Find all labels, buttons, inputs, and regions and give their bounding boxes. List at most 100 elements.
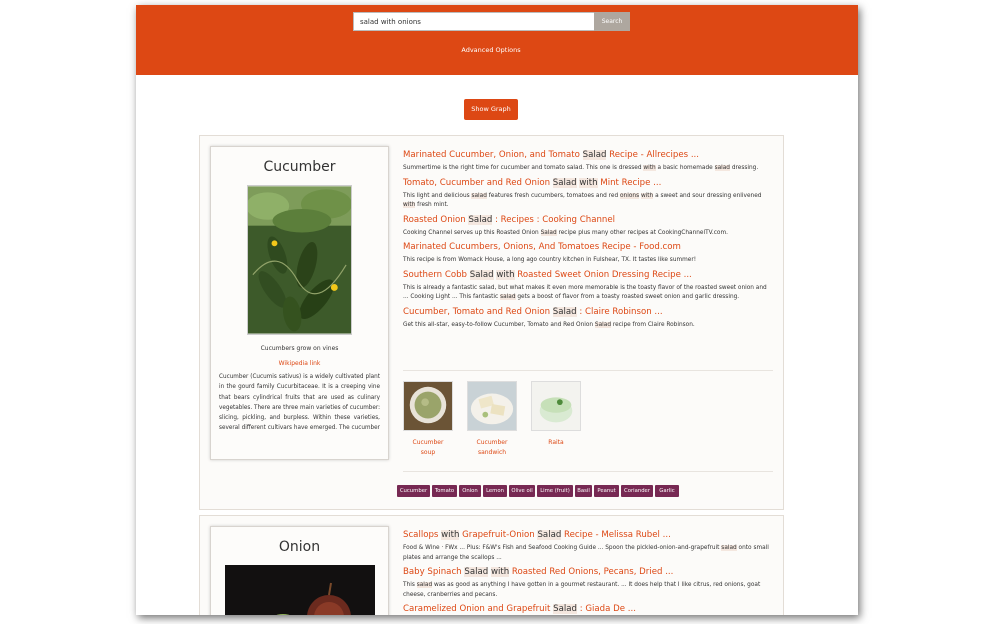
result-link[interactable]: Tomato, Cucumber and Red Onion Salad wit… — [403, 177, 773, 189]
highlighted-term: with — [643, 165, 656, 171]
card-caption: Cucumbers grow on vines — [260, 345, 339, 352]
search-button[interactable]: Search — [594, 12, 630, 31]
text-segment: Grapefruit-Onion — [459, 530, 538, 540]
highlighted-term: Salad — [553, 604, 577, 614]
ingredient-tag[interactable]: Lime (fruit) — [537, 485, 573, 497]
ingredient-tag[interactable]: Basil — [575, 485, 592, 497]
result-link[interactable]: Southern Cobb Salad with Roasted Sweet O… — [403, 269, 773, 281]
wikipedia-link[interactable]: Wikipedia link — [211, 360, 388, 367]
text-segment: Marinated Cucumbers, Onions, And Tomatoe… — [403, 242, 681, 252]
knowledge-card: Cucumber Cucumbers grow on vines Wikiped… — [210, 146, 389, 460]
result-link[interactable]: Cucumber, Tomato and Red Onion Salad : C… — [403, 306, 773, 318]
thumbnail-cucumber-soup[interactable]: Cucumber soup — [403, 381, 453, 458]
ingredient-tag[interactable]: Olive oil — [509, 485, 535, 497]
search-result-item: Southern Cobb Salad with Roasted Sweet O… — [403, 269, 773, 303]
onion-image — [224, 565, 375, 615]
text-segment: fresh mint. — [415, 202, 449, 208]
highlighted-term: salad — [500, 294, 516, 300]
text-segment: Food & Wine · FWx ... Plus: F&W's Fish a… — [403, 545, 722, 551]
thumbnail-raita[interactable]: Raita — [531, 381, 581, 448]
text-segment: a basic homemade — [655, 165, 715, 171]
result-link[interactable]: Roasted Onion Salad : Recipes : Cooking … — [403, 214, 773, 226]
highlighted-term: salad — [416, 582, 433, 588]
text-segment: Mint Recipe ... — [597, 177, 662, 188]
highlighted-term: onions — [620, 192, 640, 199]
text-segment: Cooking Channel serves up this Roasted O… — [403, 229, 541, 236]
text-segment: recipe plus many other recipes at Cookin… — [556, 229, 728, 236]
raita-image — [531, 381, 581, 431]
text-segment: Tomato, Cucumber and Red Onion — [403, 177, 553, 188]
ingredient-tag[interactable]: Coriander — [621, 485, 653, 497]
ingredient-tag[interactable]: Garlic — [655, 485, 679, 497]
result-link[interactable]: Marinated Cucumbers, Onions, And Tomatoe… — [403, 241, 773, 253]
text-segment: Roasted Sweet Onion Dressing Recipe ... — [514, 269, 692, 280]
text-segment: This light and delicious — [403, 192, 472, 199]
text-segment: Recipe - Melissa Rubel ... — [561, 530, 671, 540]
link-list: Marinated Cucumber, Onion, and Tomato Sa… — [403, 149, 773, 333]
thumbnail-label: Raita — [548, 439, 564, 446]
result-link[interactable]: Scallops with Grapefruit-Onion Salad Rec… — [403, 529, 773, 541]
search-result-item: Roasted Onion Salad : Recipes : Cooking … — [403, 214, 773, 239]
text-segment: Caramelized Onion and Grapefruit — [403, 604, 554, 614]
highlighted-term: Salad — [537, 530, 562, 540]
text-segment: a sweet and sour dressing enlivened — [653, 192, 762, 199]
highlighted-term: Salad — [582, 150, 607, 160]
result-snippet: Cooking Channel serves up this Roasted O… — [403, 229, 773, 239]
show-graph-button[interactable]: Show Graph — [464, 99, 518, 120]
highlighted-term: Salad — [540, 229, 557, 236]
text-segment: : Claire Robinson ... — [576, 306, 663, 317]
search-result-item: Marinated Cucumbers, Onions, And Tomatoe… — [403, 241, 773, 266]
link-list: Scallops with Grapefruit-Onion Salad Rec… — [403, 529, 773, 615]
text-segment: Roasted Onion — [403, 214, 469, 225]
highlighted-term: with — [441, 530, 460, 540]
ingredient-tag[interactable]: Lemon — [483, 485, 507, 497]
highlighted-term: Salad — [469, 269, 494, 280]
search-input[interactable] — [353, 12, 595, 31]
result-link[interactable]: Marinated Cucumber, Onion, and Tomato Sa… — [403, 149, 773, 161]
highlighted-term: Salad — [468, 214, 493, 225]
header-bar: Search Advanced Options — [136, 5, 858, 75]
text-segment: Recipe - Allrecipes ... — [606, 150, 700, 160]
text-segment: Marinated Cucumber, Onion, and Tomato — [403, 150, 583, 160]
result-snippet: Food & Wine · FWx ... Plus: F&W's Fish a… — [403, 544, 773, 563]
result-link[interactable]: Baby Spinach Salad with Roasted Red Onio… — [403, 566, 773, 578]
thumbnail-cucumber-sandwich[interactable]: Cucumber sandwich — [467, 381, 517, 458]
result-snippet: This recipe is from Womack House, a long… — [403, 256, 773, 266]
ingredient-tag[interactable]: Peanut — [594, 485, 619, 497]
card-description: Cucumber (Cucumis sativus) is a widely c… — [219, 374, 380, 432]
highlighted-term: with — [403, 202, 416, 208]
knowledge-card: Onion — [210, 526, 389, 615]
result-snippet: Get this all-star, easy-to-follow Cucumb… — [403, 321, 773, 331]
soup-image — [403, 381, 453, 431]
cucumber-image — [247, 185, 352, 335]
advanced-options-link[interactable]: Advanced Options — [136, 46, 846, 54]
highlighted-term: with — [579, 177, 598, 188]
text-segment: Get this all-star, easy-to-follow Cucumb… — [403, 321, 595, 328]
text-segment: Summertime is the right time for cucumbe… — [403, 165, 644, 171]
search-result-item: Caramelized Onion and Grapefruit Salad :… — [403, 603, 773, 615]
search-result-item: Baby Spinach Salad with Roasted Red Onio… — [403, 566, 773, 600]
ingredient-tag[interactable]: Cucumber — [397, 485, 430, 497]
highlighted-term: with — [490, 567, 510, 577]
thumbnail-label: Cucumber sandwich — [476, 439, 508, 456]
result-panel: Cucumber Cucumbers grow on vines Wikiped… — [199, 135, 784, 510]
divider — [403, 370, 773, 371]
divider — [403, 471, 773, 472]
ingredient-tag[interactable]: Onion — [459, 485, 481, 497]
search-result-item: Tomato, Cucumber and Red Onion Salad wit… — [403, 177, 773, 211]
result-snippet: Summertime is the right time for cucumbe… — [403, 164, 773, 174]
text-segment: Roasted Red Onions, Pecans, Dried ... — [509, 567, 674, 577]
result-link[interactable]: Caramelized Onion and Grapefruit Salad :… — [403, 603, 773, 615]
search-result-item: Marinated Cucumber, Onion, and Tomato Sa… — [403, 149, 773, 174]
highlighted-term: Salad — [552, 306, 577, 317]
text-segment: Scallops — [403, 530, 442, 540]
ingredient-tag[interactable]: Tomato — [432, 485, 457, 497]
thumbnail-label: Cucumber soup — [412, 439, 444, 456]
highlighted-term: Salad — [464, 567, 489, 577]
highlighted-term: Salad — [552, 177, 577, 188]
result-snippet: This salad was as good as anything I hav… — [403, 581, 773, 600]
text-segment: Cucumber, Tomato and Red Onion — [403, 306, 553, 317]
result-snippet: This light and delicious salad features … — [403, 192, 773, 211]
card-title: Cucumber — [263, 159, 336, 175]
highlighted-term: salad — [714, 165, 730, 171]
